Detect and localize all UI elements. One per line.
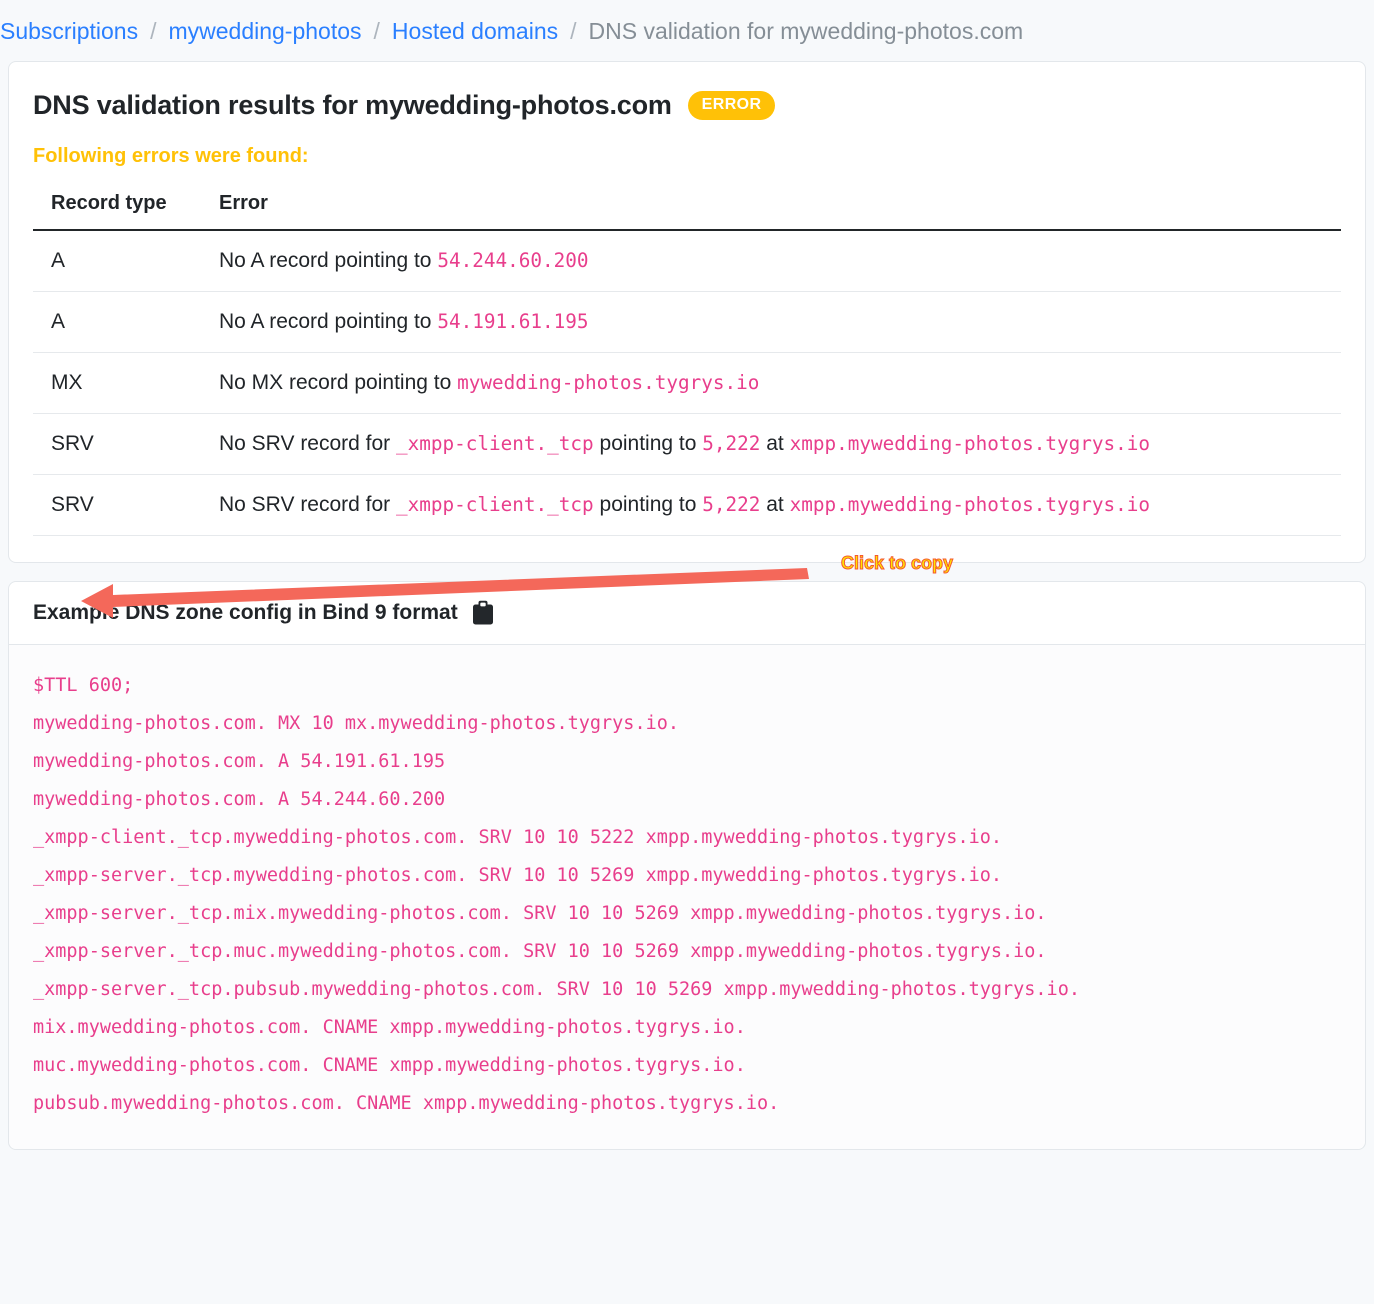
error-text: No A record pointing to [219, 249, 438, 272]
zone-config-line: $TTL 600; [33, 675, 134, 696]
clipboard-icon[interactable] [472, 600, 494, 626]
breadcrumb-separator: / [150, 18, 157, 44]
cell-error: No SRV record for _xmpp-client._tcp poin… [201, 413, 1341, 475]
error-code-value: _xmpp-client._tcp [396, 493, 594, 516]
table-row: SRV No SRV record for _xmpp-client._tcp p… [33, 413, 1341, 475]
error-code-value: _xmpp-client._tcp [396, 432, 594, 455]
table-header-row: Record type Error [33, 192, 1341, 231]
breadcrumb-link[interactable]: Subscriptions [0, 20, 138, 43]
zone-config-line: mywedding-photos.com. A 54.191.61.195 [33, 751, 446, 772]
cell-record-type: MX [33, 352, 201, 414]
cell-record-type: A [33, 291, 201, 353]
zone-config-line: mix.mywedding-photos.com. CNAME xmpp.myw… [33, 1017, 746, 1038]
error-code-value: 5,222 [702, 432, 761, 455]
cell-error: No A record pointing to 54.244.60.200 [201, 230, 1341, 292]
cell-error: No MX record pointing to mywedding-photo… [201, 352, 1341, 414]
column-header-error: Error [201, 192, 1341, 231]
error-text: at [760, 493, 790, 516]
zone-config-line: _xmpp-server._tcp.pubsub.mywedding-photo… [33, 979, 1080, 1000]
zone-config-line: mywedding-photos.com. MX 10 mx.mywedding… [33, 713, 680, 734]
table-row: A No A record pointing to 54.244.60.200 [33, 230, 1341, 292]
breadcrumb-link[interactable]: mywedding-photos [168, 20, 361, 43]
cell-error: No SRV record for _xmpp-client._tcp poin… [201, 474, 1341, 536]
error-text: No MX record pointing to [219, 371, 458, 394]
error-code-value: 54.191.61.195 [437, 310, 589, 333]
error-text: pointing to [593, 432, 703, 455]
zone-config-line: _xmpp-client._tcp.mywedding-photos.com. … [33, 827, 1003, 848]
errors-table: Record type Error A No A record pointing … [33, 192, 1341, 536]
breadcrumb: Subscriptions / mywedding-photos / Hosted do… [0, 0, 1374, 61]
zone-config-line: muc.mywedding-photos.com. CNAME xmpp.myw… [33, 1055, 746, 1076]
error-code-value: mywedding-photos.tygrys.io [457, 371, 760, 394]
table-row: A No A record pointing to 54.191.61.195 [33, 291, 1341, 353]
error-text: pointing to [593, 493, 703, 516]
cell-record-type: SRV [33, 474, 201, 536]
error-code-value: 5,222 [702, 493, 761, 516]
errors-table-body: A No A record pointing to 54.244.60.200 A N… [33, 230, 1341, 536]
error-text: at [760, 432, 790, 455]
error-text: No A record pointing to [219, 310, 438, 333]
error-text: No SRV record for [219, 432, 397, 455]
cell-record-type: SRV [33, 413, 201, 475]
zone-config-line: mywedding-photos.com. A 54.244.60.200 [33, 789, 446, 810]
zone-config-line: _xmpp-server._tcp.mix.mywedding-photos.c… [33, 903, 1047, 924]
zone-config-line: _xmpp-server._tcp.muc.mywedding-photos.c… [33, 941, 1047, 962]
zone-config-header: Example DNS zone config in Bind 9 format… [9, 553, 1365, 645]
results-card-body: DNS validation results for mywedding-pho… [9, 62, 1365, 562]
zone-config-line: pubsub.mywedding-photos.com. CNAME xmpp.… [33, 1093, 780, 1114]
table-row: MX No MX record pointing to mywedding-pho… [33, 352, 1341, 414]
status-badge: ERROR [687, 91, 776, 120]
zone-config-title: Example DNS zone config in Bind 9 format [33, 601, 458, 624]
breadcrumb-separator: / [373, 18, 380, 44]
breadcrumb-separator: / [570, 18, 577, 44]
breadcrumb-link[interactable]: Hosted domains [392, 20, 558, 43]
cell-record-type: A [33, 230, 201, 292]
errors-heading: Following errors were found: [33, 145, 309, 167]
errors-table-head: Record type Error [33, 192, 1341, 231]
zone-config-code-block: $TTL 600; mywedding-photos.com. MX 10 mx.… [9, 645, 1365, 1149]
cell-error: No A record pointing to 54.191.61.195 [201, 291, 1341, 353]
zone-config-card: Example DNS zone config in Bind 9 format… [8, 553, 1366, 1150]
error-text: No SRV record for [219, 493, 397, 516]
page-title: DNS validation results for mywedding-pho… [33, 90, 1341, 121]
error-code-value: xmpp.mywedding-photos.tygrys.io [789, 432, 1151, 455]
table-row: SRV No SRV record for _xmpp-client._tcp p… [33, 474, 1341, 536]
error-code-value: 54.244.60.200 [437, 249, 589, 272]
page-title-text: DNS validation results for mywedding-pho… [33, 90, 672, 120]
error-code-value: xmpp.mywedding-photos.tygrys.io [789, 493, 1151, 516]
dns-validation-results-card: DNS validation results for mywedding-pho… [8, 61, 1366, 563]
column-header-record-type: Record type [33, 192, 201, 231]
breadcrumb-current: DNS validation for mywedding-photos.com [588, 18, 1024, 44]
zone-config-line: _xmpp-server._tcp.mywedding-photos.com. … [33, 865, 1003, 886]
